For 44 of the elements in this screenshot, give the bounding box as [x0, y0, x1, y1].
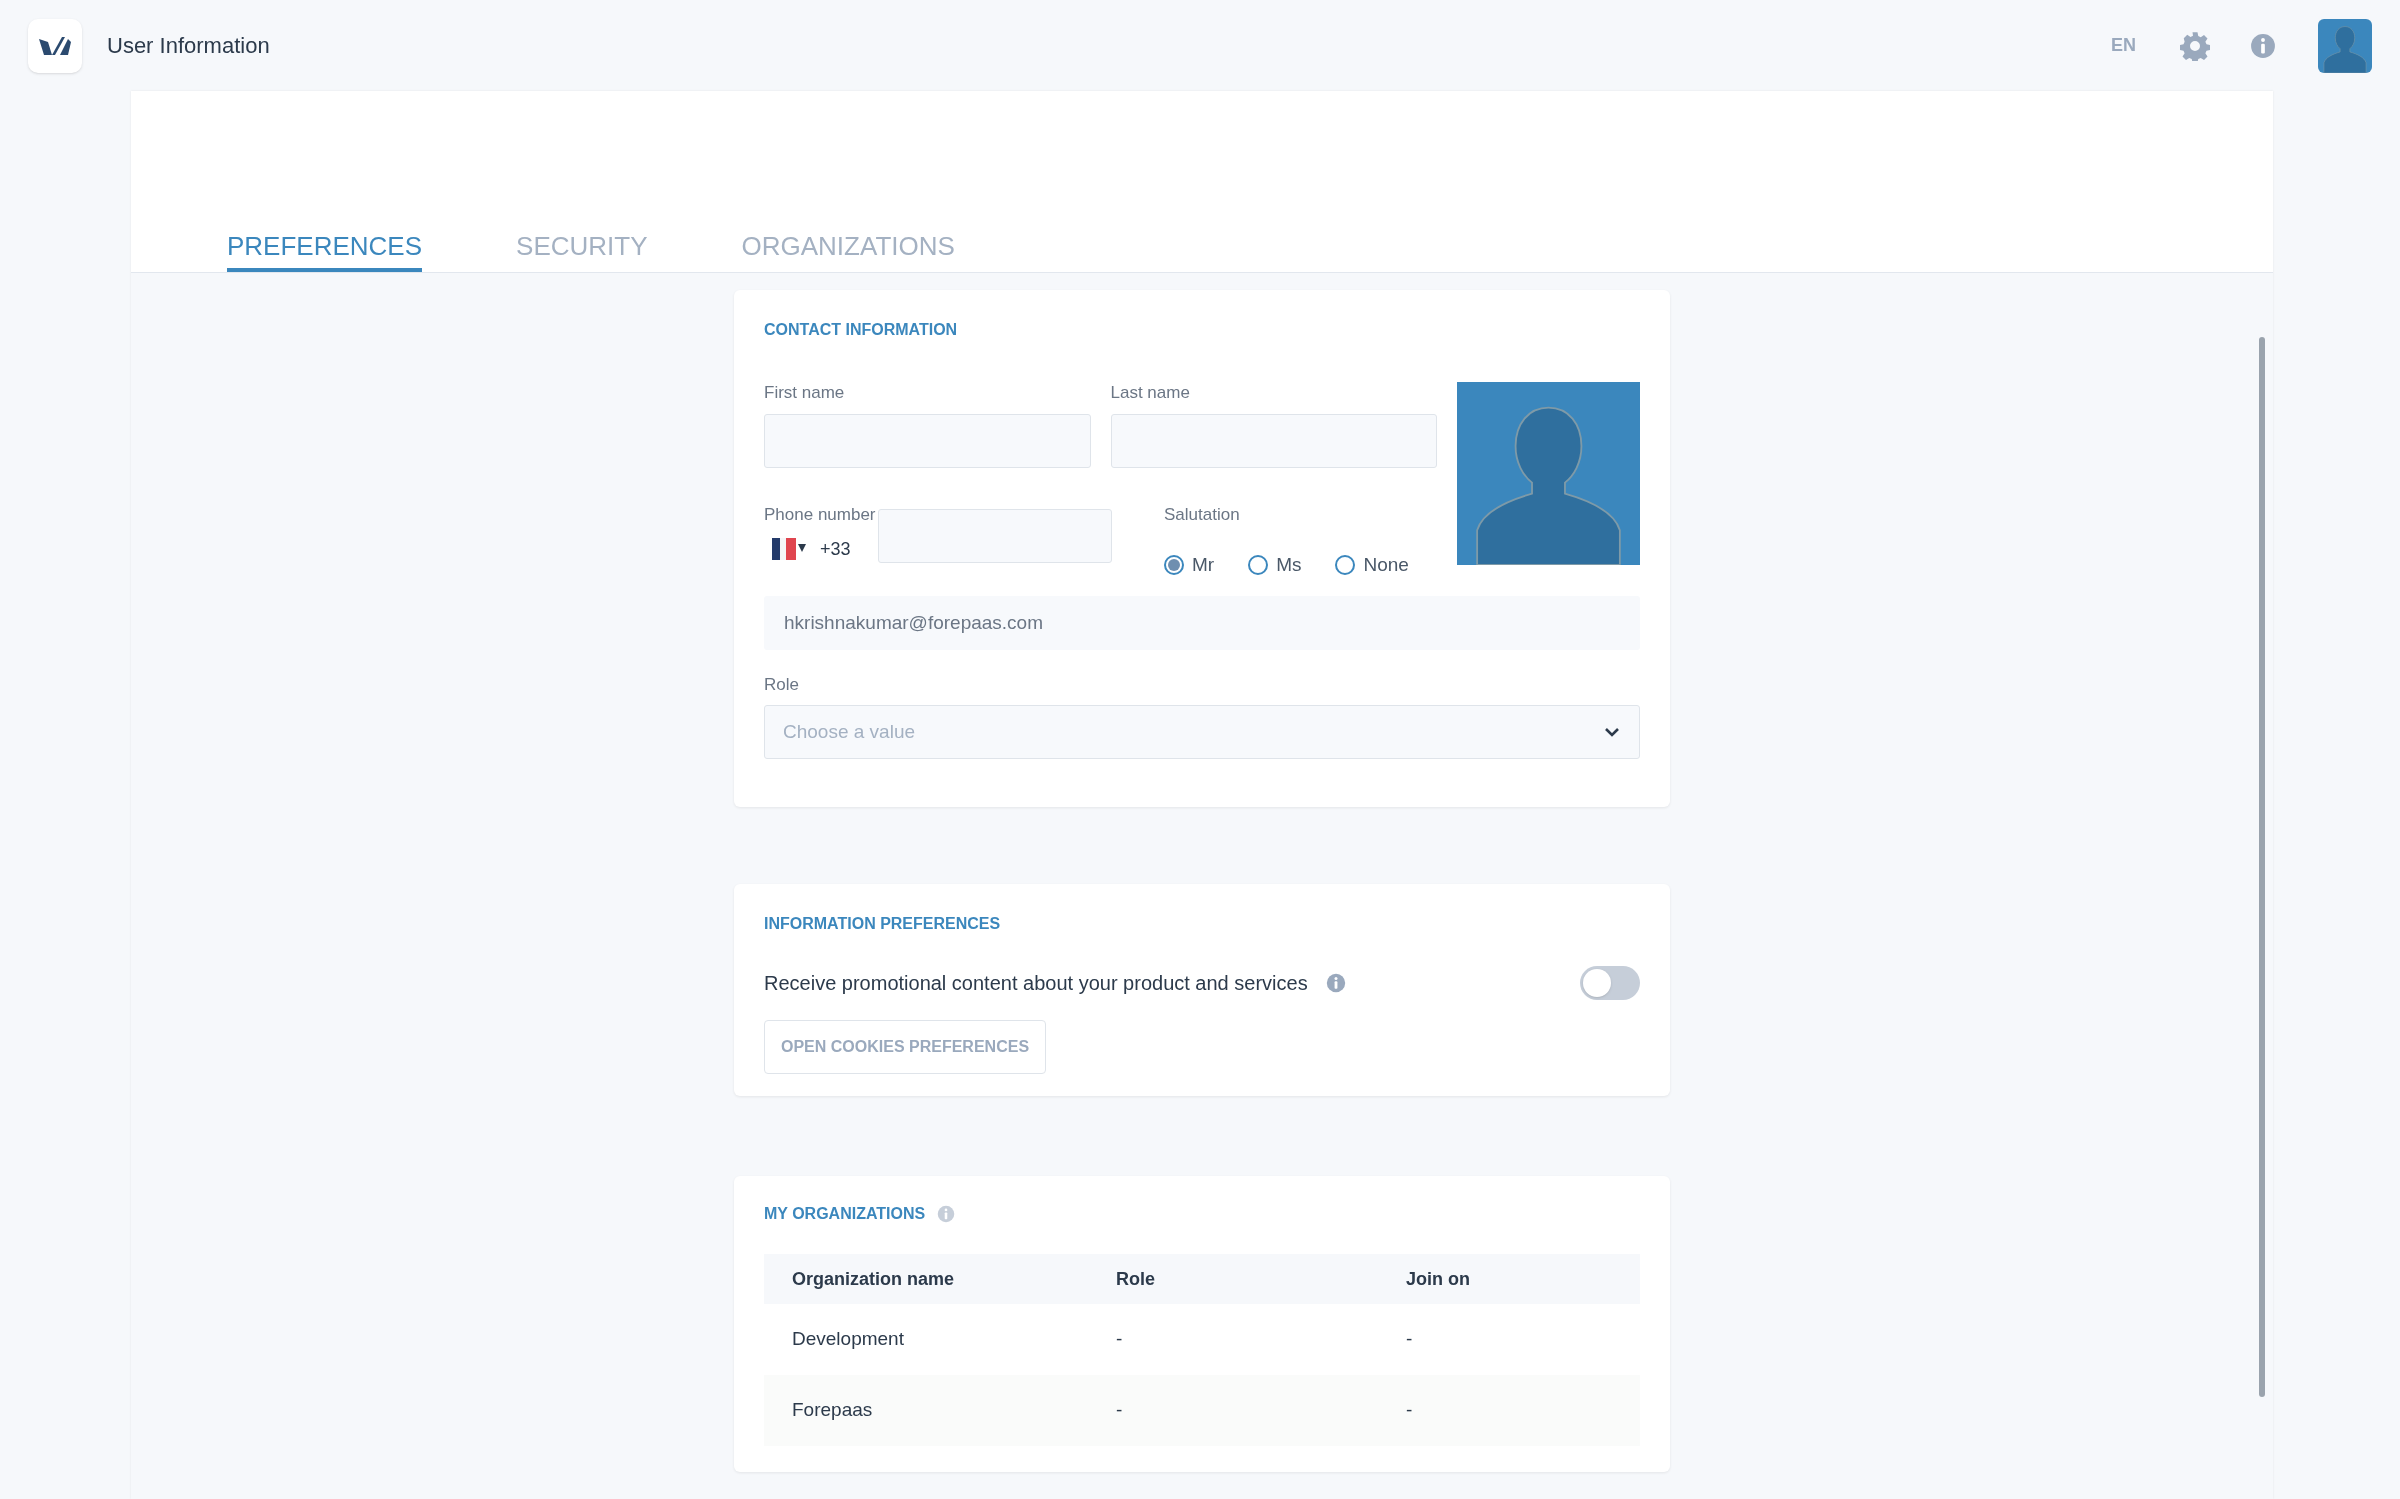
country-code: +33	[820, 537, 852, 561]
cookies-button[interactable]: OPEN COOKIES PREFERENCES	[764, 1020, 1047, 1074]
field-label: Last name	[1110, 382, 1191, 404]
table-cell-text: -	[1406, 1327, 1414, 1352]
info-icon	[937, 1205, 956, 1223]
table-cell-text: -	[1116, 1327, 1124, 1352]
tab[interactable]: PREFERENCES	[227, 227, 423, 272]
section-title: MY ORGANIZATIONS	[764, 1204, 926, 1224]
chevron-down-icon	[1603, 726, 1621, 738]
flag-icon[interactable]	[772, 538, 806, 560]
column-header: Organization name	[792, 1267, 956, 1291]
user-avatar	[2318, 18, 2372, 73]
field-label: First name	[764, 382, 846, 404]
first-name-field[interactable]	[764, 413, 1091, 468]
promo-label: Receive promotional content about your product and services	[764, 971, 1308, 996]
tab[interactable]: ORGANIZATIONS	[741, 227, 955, 272]
salutation-radio[interactable]: None	[1335, 551, 1409, 580]
field-label: Salutation	[1164, 503, 1241, 526]
role-select[interactable]: Choose a value	[764, 705, 1640, 759]
table-cell-text: -	[1406, 1398, 1414, 1423]
column-header: Role	[1116, 1267, 1156, 1291]
column-header: Join on	[1406, 1267, 1471, 1291]
page-title: User Information	[107, 32, 270, 60]
scrollbar[interactable]	[2259, 337, 2265, 1397]
salutation-radio[interactable]: Ms	[1248, 551, 1302, 580]
app-logo[interactable]	[28, 18, 82, 73]
table-cell-text: Development	[792, 1327, 905, 1352]
table-cell-text: -	[1116, 1398, 1124, 1423]
field-label: Phone number	[764, 503, 877, 526]
email-field[interactable]: hkrishnakumar@forepaas.com	[764, 595, 1640, 650]
salutation-radio[interactable]: Mr	[1164, 551, 1215, 580]
logo-icon	[38, 34, 72, 57]
promo-toggle[interactable]	[1580, 966, 1640, 1000]
field-label: Role	[764, 673, 800, 696]
settings-icon[interactable]	[2180, 30, 2210, 61]
section-title: CONTACT INFORMATION	[764, 320, 959, 340]
table-cell-text: Forepaas	[792, 1398, 874, 1423]
tab[interactable]: SECURITY	[516, 227, 648, 272]
info-icon	[2250, 32, 2276, 59]
info-icon	[1325, 973, 1346, 993]
phone-field[interactable]	[878, 509, 1112, 563]
section-title: INFORMATION PREFERENCES	[764, 914, 1002, 934]
last-name-field[interactable]	[1110, 413, 1437, 468]
language-button[interactable]: EN	[2111, 32, 2136, 59]
